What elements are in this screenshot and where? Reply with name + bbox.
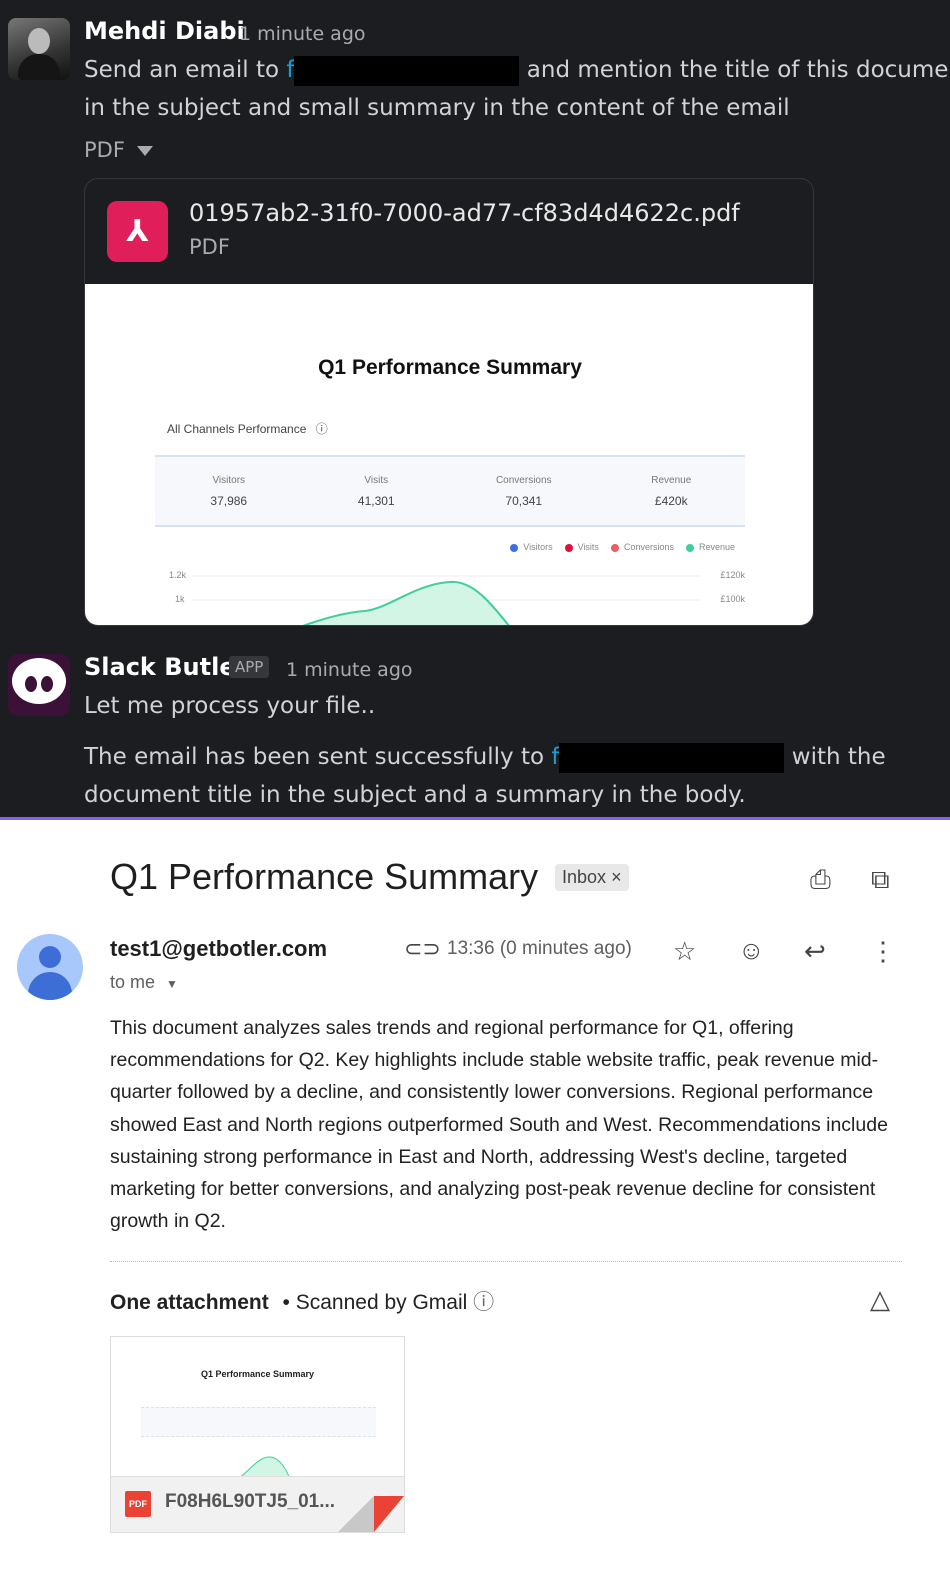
app-badge: APP: [229, 656, 270, 678]
attachment-card[interactable]: Q1 Performance Summary PDF F08H6L90TJ5_0…: [110, 1336, 405, 1533]
message-text: The email has been sent successfully to …: [84, 738, 886, 776]
timestamp[interactable]: 1 minute ago: [239, 23, 366, 45]
stat-label: Revenue: [651, 475, 692, 486]
timestamp[interactable]: 1 minute ago: [286, 659, 413, 681]
attachment-preview-title: Q1 Performance Summary: [200, 1369, 315, 1379]
stat: Revenue £420k: [598, 457, 746, 525]
message-text: Send an email to f and mention the title…: [84, 51, 950, 89]
bot-avatar[interactable]: [8, 654, 70, 716]
redacted-block: [559, 742, 785, 773]
help-icon: ⓘ: [315, 422, 328, 436]
attachment-footer: PDF F08H6L90TJ5_01...: [111, 1476, 404, 1532]
legend-label: Revenue: [698, 542, 735, 552]
email-subject: Q1 Performance Summary: [110, 856, 539, 897]
inbox-label[interactable]: Inbox ×: [555, 864, 629, 891]
scanned-label: • Scanned by Gmail: [276, 1291, 468, 1314]
caret-down-icon: ▼: [166, 977, 178, 991]
gmail-panel: Q1 Performance Summary Inbox × ⎙ ⧉ test1…: [0, 820, 950, 1572]
more-options-icon[interactable]: ⋮: [870, 936, 896, 966]
label-text: Inbox: [562, 867, 607, 887]
pdf-icon: ⅄: [107, 201, 168, 262]
legend-item: Revenue: [685, 542, 735, 552]
stat: Visits 41,301: [303, 457, 451, 525]
legend-item: Visits: [564, 542, 599, 552]
file-attachment[interactable]: ⅄ 01957ab2-31f0-7000-ad77-cf83d4d4622c.p…: [84, 178, 814, 626]
preview-chart: 1.2k 1k £120k £100k: [155, 564, 755, 625]
email-body: This document analyzes sales trends and …: [110, 1017, 888, 1233]
sender-avatar[interactable]: [17, 934, 83, 1000]
sender-email[interactable]: test1@getbotler.com: [110, 936, 327, 962]
attachment-name[interactable]: F08H6L90TJ5_01...: [165, 1491, 335, 1513]
legend-label: Conversions: [623, 542, 674, 552]
pdf-icon: PDF: [125, 1491, 151, 1517]
stat-label: Conversions: [495, 475, 552, 486]
legend-label: Visitors: [523, 542, 553, 552]
attachments-header: One attachment • Scanned by Gmail ⓘ: [110, 1286, 494, 1316]
stat-value: 37,986: [210, 494, 248, 508]
stat-value: 41,301: [357, 494, 395, 508]
file-toggle-label: PDF: [84, 138, 125, 162]
message-text: in the subject and small summary in the …: [84, 95, 790, 121]
reply-icon[interactable]: ↩: [804, 936, 826, 966]
attachments-title: One attachment: [110, 1291, 269, 1314]
preview-stats: Visitors 37,986 Visits 41,301 Conversions 7…: [155, 455, 745, 527]
attachment-preview-stats: [141, 1407, 376, 1437]
add-to-drive-icon[interactable]: △: [870, 1284, 890, 1314]
stat: Visitors 37,986: [155, 457, 303, 525]
preview-legend: Visitors Visits Conversions Revenue: [510, 542, 735, 552]
text: The email has been sent successfully to: [84, 744, 552, 770]
separator: [110, 1261, 902, 1262]
star-icon[interactable]: ☆: [673, 936, 696, 966]
stat-value: 70,341: [505, 494, 543, 508]
open-new-window-icon[interactable]: ⧉: [871, 864, 890, 894]
legend-label: Visits: [577, 542, 599, 552]
emoji-icon[interactable]: ☺: [738, 935, 765, 965]
remove-label-icon[interactable]: ×: [611, 867, 622, 887]
preview-title: Q1 Performance Summary: [318, 356, 582, 379]
legend-item: Conversions: [610, 542, 674, 552]
stat-value: £420k: [654, 494, 688, 508]
user-avatar[interactable]: [8, 18, 70, 80]
slack-panel: Mehdi Diabi 1 minute ago Send an email t…: [0, 0, 950, 818]
text: and mention the title of this document: [519, 57, 950, 83]
recipient-toggle[interactable]: to me ▼: [110, 972, 178, 993]
message-text: document title in the subject and a summ…: [84, 782, 746, 808]
file-type: PDF: [189, 235, 230, 259]
revenue-area: [193, 575, 700, 625]
text: with the: [784, 744, 886, 770]
stat-label: Visits: [364, 475, 389, 486]
attachment-icon: ⊂⊃: [404, 936, 441, 961]
caret-down-icon: [136, 146, 153, 156]
file-toggle[interactable]: PDF: [84, 138, 153, 162]
message-text: Let me process your file..: [84, 693, 376, 719]
file-name[interactable]: 01957ab2-31f0-7000-ad77-cf83d4d4622c.pdf: [189, 199, 740, 227]
preview-subtitle: All Channels Performance ⓘ: [167, 420, 328, 437]
author-name[interactable]: Slack Butler: [84, 653, 247, 681]
info-icon[interactable]: ⓘ: [473, 1291, 494, 1314]
text: Send an email to: [84, 57, 287, 83]
stat: Conversions 70,341: [450, 457, 598, 525]
legend-item: Visitors: [510, 542, 553, 552]
recipient-label: to me: [110, 972, 156, 992]
print-icon[interactable]: ⎙: [810, 864, 831, 894]
page-corner-icon: [338, 1496, 404, 1532]
stat-label: Visitors: [212, 475, 246, 486]
author-name[interactable]: Mehdi Diabi: [84, 17, 245, 45]
email-time: 13:36 (0 minutes ago): [447, 938, 632, 959]
file-preview[interactable]: Q1 Performance Summary All Channels Perf…: [85, 284, 813, 625]
subtitle-text: All Channels Performance: [167, 422, 307, 436]
email-link[interactable]: f: [286, 57, 294, 83]
redacted-block: [294, 55, 520, 86]
email-link[interactable]: f: [551, 744, 559, 770]
